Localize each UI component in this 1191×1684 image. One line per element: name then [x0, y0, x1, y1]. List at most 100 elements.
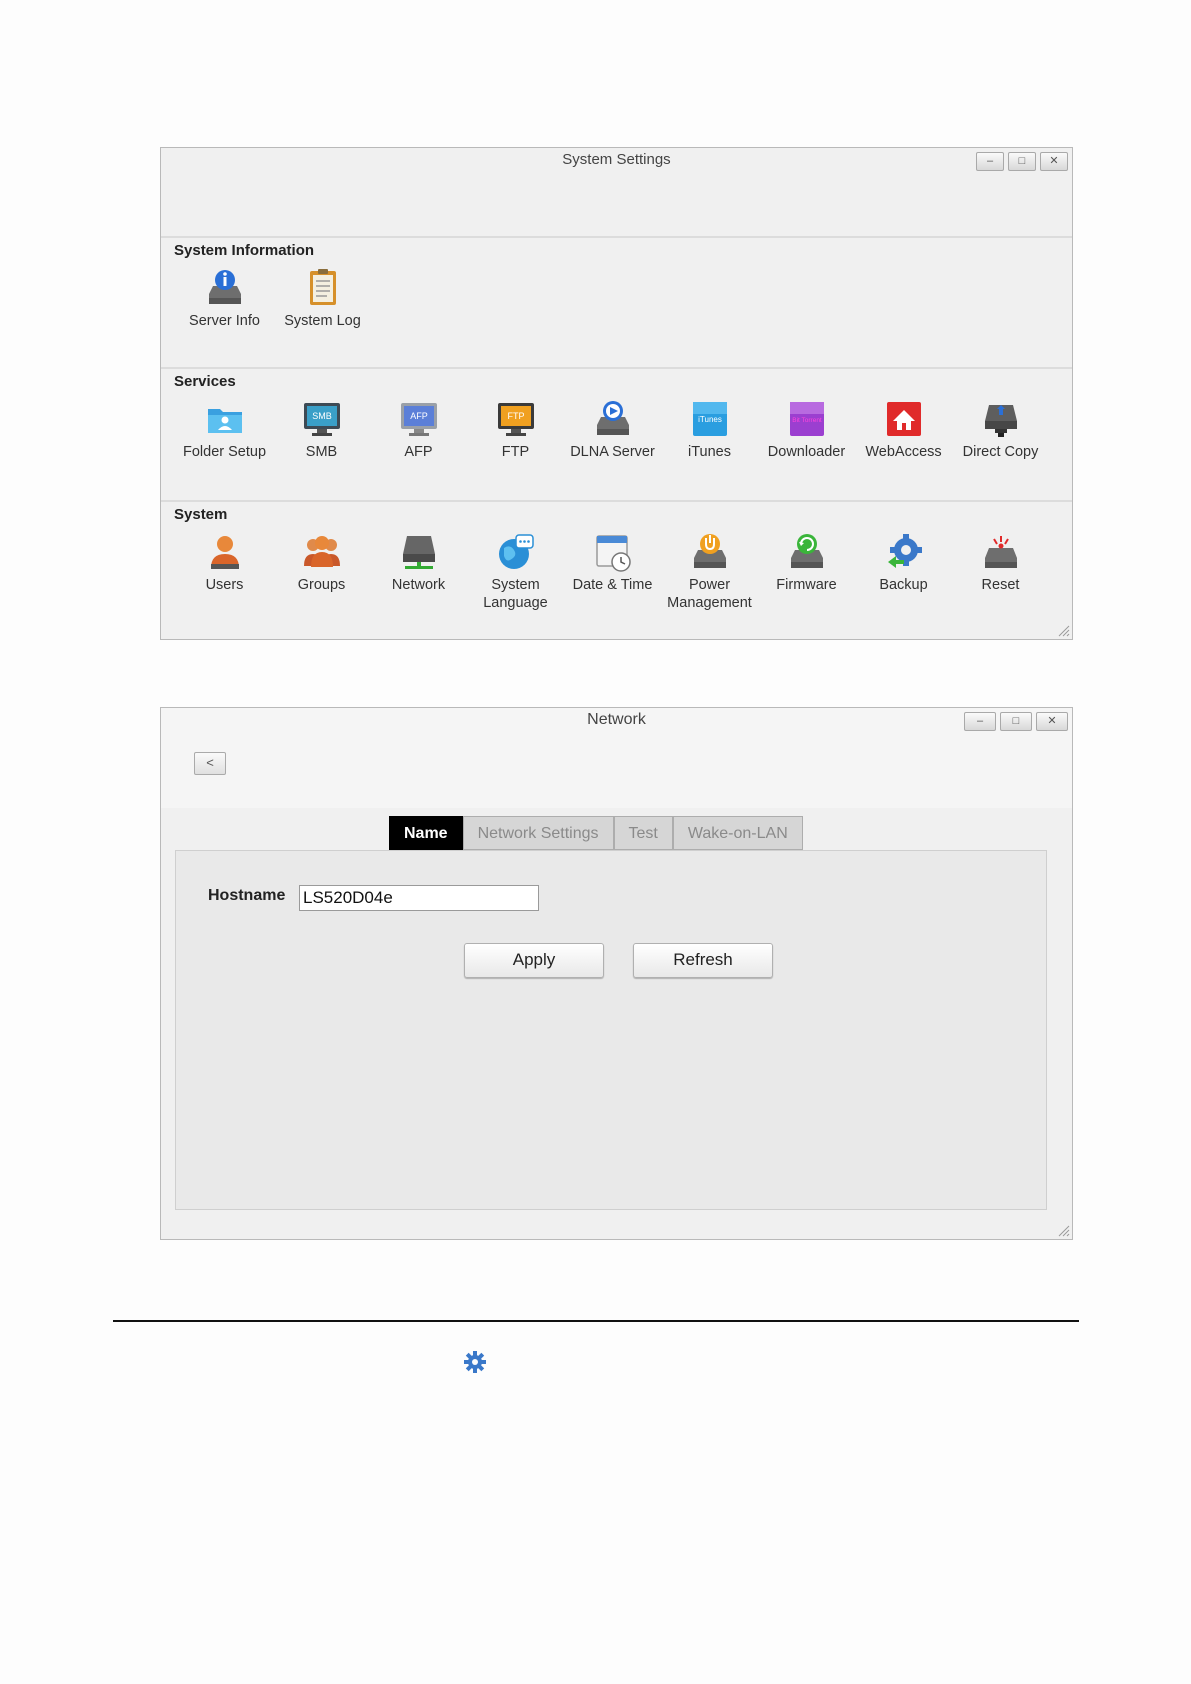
window-title: System Settings: [562, 151, 671, 168]
item-label: iTunes: [688, 444, 731, 460]
downloader-badge: Bit Torrent: [792, 417, 822, 424]
item-itunes[interactable]: iTunes iTunes: [661, 399, 758, 461]
users-icon: [205, 532, 245, 572]
tab-test[interactable]: Test: [613, 816, 673, 850]
item-label: System Log: [284, 313, 361, 329]
itunes-icon: iTunes: [690, 399, 730, 439]
item-direct-copy[interactable]: Direct Copy: [952, 399, 1049, 461]
item-users[interactable]: Users: [176, 532, 273, 594]
item-label-line2: Language: [483, 595, 548, 611]
item-ftp[interactable]: FTP FTP: [467, 399, 564, 461]
item-firmware[interactable]: Firmware: [758, 532, 855, 594]
item-system-log[interactable]: System Log: [274, 268, 371, 330]
tab-panel: Hostname Apply Refresh: [175, 850, 1047, 1210]
item-label: Network: [391, 577, 446, 593]
item-label: AFP: [404, 444, 433, 460]
apply-button[interactable]: Apply: [464, 943, 604, 978]
item-label-line2: Management: [667, 595, 752, 611]
server-info-icon: [205, 268, 245, 308]
item-dlna-server[interactable]: DLNA Server: [564, 399, 661, 461]
section-title: System: [174, 506, 228, 523]
item-label: SMB: [305, 444, 338, 460]
minimize-icon[interactable]: –: [964, 712, 996, 731]
hostname-label: Hostname: [208, 887, 286, 904]
maximize-icon[interactable]: □: [1000, 712, 1032, 731]
hostname-input[interactable]: [299, 885, 539, 911]
webaccess-icon: [884, 399, 924, 439]
minimize-icon[interactable]: –: [976, 152, 1004, 171]
item-date-time[interactable]: Date & Time: [564, 532, 661, 594]
ftp-icon: FTP: [496, 399, 536, 439]
section-system: System Users Groups Network System Langu…: [161, 500, 1072, 642]
ftp-badge: FTP: [507, 411, 524, 421]
window-controls: – □ ✕: [976, 152, 1068, 171]
refresh-button[interactable]: Refresh: [633, 943, 773, 978]
item-power-management[interactable]: Power Management: [661, 532, 758, 612]
window-titlebar[interactable]: System Settings – □ ✕: [161, 148, 1072, 180]
item-groups[interactable]: Groups: [273, 532, 370, 594]
afp-badge: AFP: [410, 411, 428, 421]
smb-badge: SMB: [312, 411, 332, 421]
close-icon[interactable]: ✕: [1040, 152, 1068, 171]
backup-icon: [884, 532, 924, 572]
window-titlebar[interactable]: Network – □ ✕: [161, 708, 1072, 740]
item-backup[interactable]: Backup: [855, 532, 952, 594]
item-smb[interactable]: SMB SMB: [273, 399, 370, 461]
dlna-server-icon: [593, 399, 633, 439]
item-system-language[interactable]: System Language: [467, 532, 564, 612]
item-label: WebAccess: [865, 444, 942, 460]
groups-icon: [302, 532, 342, 572]
item-webaccess[interactable]: WebAccess: [855, 399, 952, 461]
horizontal-rule: [113, 1320, 1079, 1322]
system-log-icon: [303, 268, 343, 308]
afp-icon: AFP: [399, 399, 439, 439]
section-title: System Information: [174, 242, 315, 259]
item-afp[interactable]: AFP AFP: [370, 399, 467, 461]
tab-name[interactable]: Name: [389, 816, 463, 850]
item-label: Downloader: [767, 444, 846, 460]
item-label: Groups: [297, 577, 346, 593]
tab-network-settings[interactable]: Network Settings: [462, 816, 614, 850]
section-services: Services Folder Setup SMB SMB AFP AFP FT…: [161, 367, 1072, 501]
item-label: Folder Setup: [182, 444, 267, 460]
item-folder-setup[interactable]: Folder Setup: [176, 399, 273, 461]
network-icon: [399, 532, 439, 572]
tab-wake-on-lan[interactable]: Wake-on-LAN: [672, 816, 803, 850]
reset-icon: [981, 532, 1021, 572]
item-label: FTP: [501, 444, 530, 460]
close-icon[interactable]: ✕: [1036, 712, 1068, 731]
maximize-icon[interactable]: □: [1008, 152, 1036, 171]
item-label: Backup: [879, 577, 928, 593]
tab-bar: Name Network Settings Test Wake-on-LAN: [389, 816, 803, 850]
firmware-icon: [787, 532, 827, 572]
window-title: Network: [587, 711, 646, 728]
downloader-icon: Bit Torrent: [787, 399, 827, 439]
item-label-line1: System: [491, 577, 540, 593]
item-label: Direct Copy: [962, 444, 1039, 460]
item-label: Reset: [981, 577, 1020, 593]
smb-icon: SMB: [302, 399, 342, 439]
section-system-information: System Information Server Info System Lo…: [161, 236, 1072, 368]
network-window: Network – □ ✕ < Name Network Settings Te…: [160, 707, 1073, 1240]
gear-icon: [464, 1351, 486, 1373]
item-label: Server Info: [189, 313, 260, 329]
item-label-line1: Power: [688, 577, 731, 593]
resize-grip-icon[interactable]: [1056, 623, 1070, 637]
item-reset[interactable]: Reset: [952, 532, 1049, 594]
system-language-icon: [496, 532, 536, 572]
back-button[interactable]: <: [194, 752, 226, 775]
item-label: Users: [205, 577, 244, 593]
date-time-icon: [593, 532, 633, 572]
item-server-info[interactable]: Server Info: [176, 268, 273, 330]
item-network[interactable]: Network: [370, 532, 467, 594]
folder-setup-icon: [205, 399, 245, 439]
section-title: Services: [174, 373, 236, 390]
item-label: Firmware: [776, 577, 837, 593]
window-controls: – □ ✕: [964, 712, 1068, 731]
power-management-icon: [690, 532, 730, 572]
resize-grip-icon[interactable]: [1056, 1223, 1070, 1237]
system-settings-window: System Settings – □ ✕ System Information…: [160, 147, 1073, 640]
item-downloader[interactable]: Bit Torrent Downloader: [758, 399, 855, 461]
direct-copy-icon: [981, 399, 1021, 439]
itunes-badge: iTunes: [698, 415, 722, 424]
